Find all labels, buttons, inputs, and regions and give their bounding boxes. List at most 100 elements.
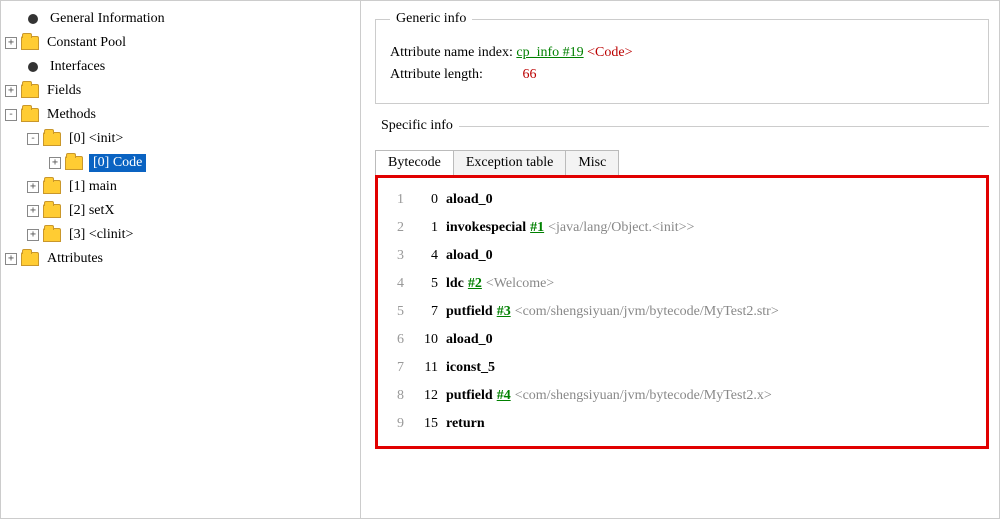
bytecode-line-number: 6 <box>384 326 404 354</box>
bytecode-cp-ref[interactable]: #4 <box>497 382 511 410</box>
attr-name-label: Attribute name index: <box>390 45 513 60</box>
bytecode-opcode: putfield <box>446 298 493 326</box>
tree-node-general-info[interactable]: General Information <box>5 7 356 31</box>
bullet-icon <box>28 14 38 24</box>
tree-label: Fields <box>45 82 83 100</box>
bytecode-offset: 5 <box>414 270 438 298</box>
bytecode-row[interactable]: 9 15 return <box>384 410 980 438</box>
bytecode-offset: 15 <box>414 410 438 438</box>
bytecode-cp-ref[interactable]: #1 <box>530 214 544 242</box>
bytecode-line-number: 1 <box>384 186 404 214</box>
bytecode-opcode: aload_0 <box>446 242 493 270</box>
expand-icon[interactable]: + <box>5 37 17 49</box>
tree-label: Constant Pool <box>45 34 128 52</box>
bytecode-comment: <java/lang/Object.<init>> <box>548 214 694 242</box>
collapse-icon[interactable]: - <box>27 133 39 145</box>
collapse-icon[interactable]: - <box>5 109 17 121</box>
tree-node-method-clinit[interactable]: + [3] <clinit> <box>5 223 356 247</box>
folder-icon <box>21 252 39 266</box>
bytecode-opcode: ldc <box>446 270 464 298</box>
bytecode-row[interactable]: 10aload_0 <box>384 186 980 214</box>
bytecode-row[interactable]: 711iconst_5 <box>384 354 980 382</box>
bytecode-line-number: 2 <box>384 214 404 242</box>
tab-bytecode[interactable]: Bytecode <box>375 150 454 175</box>
bytecode-offset: 4 <box>414 242 438 270</box>
generic-info-group: Generic info Attribute name index: cp_in… <box>375 11 989 104</box>
tree-node-constant-pool[interactable]: + Constant Pool <box>5 31 356 55</box>
tree-label: [3] <clinit> <box>67 226 135 244</box>
expand-icon[interactable]: + <box>27 229 39 241</box>
bytecode-row[interactable]: 34 aload_0 <box>384 242 980 270</box>
bytecode-offset: 11 <box>414 354 438 382</box>
bytecode-opcode: return <box>446 410 485 438</box>
tree-label: Interfaces <box>48 58 107 76</box>
bytecode-line-number: 9 <box>384 410 404 438</box>
folder-icon <box>43 132 61 146</box>
bytecode-row[interactable]: 45 ldc #2 <Welcome> <box>384 270 980 298</box>
tree-node-method-init[interactable]: - [0] <init> <box>5 127 356 151</box>
folder-icon <box>21 84 39 98</box>
folder-icon <box>43 204 61 218</box>
bytecode-row[interactable]: 610aload_0 <box>384 326 980 354</box>
bytecode-comment: <com/shengsiyuan/jvm/bytecode/MyTest2.x> <box>515 382 772 410</box>
tree-label: [0] <init> <box>67 130 125 148</box>
bytecode-comment: <com/shengsiyuan/jvm/bytecode/MyTest2.st… <box>515 298 779 326</box>
tree-node-method-main[interactable]: + [1] main <box>5 175 356 199</box>
bytecode-cp-ref[interactable]: #2 <box>468 270 482 298</box>
tree-node-method-setx[interactable]: + [2] setX <box>5 199 356 223</box>
tree-label: [1] main <box>67 178 119 196</box>
attr-name-link[interactable]: cp_info #19 <box>516 45 583 60</box>
expand-icon[interactable]: + <box>5 85 17 97</box>
bytecode-opcode: invokespecial <box>446 214 526 242</box>
expand-icon[interactable]: + <box>49 157 61 169</box>
detail-panel: Generic info Attribute name index: cp_in… <box>361 1 999 518</box>
bytecode-line-number: 4 <box>384 270 404 298</box>
specific-info-legend: Specific info <box>375 118 459 134</box>
bytecode-offset: 0 <box>414 186 438 214</box>
folder-icon <box>21 108 39 122</box>
folder-icon <box>65 156 83 170</box>
tree-node-fields[interactable]: + Fields <box>5 79 356 103</box>
tabs: Bytecode Exception table Misc <box>375 150 989 176</box>
bytecode-row[interactable]: 8 12 putfield #4 <com/shengsiyuan/jvm/byte… <box>384 382 980 410</box>
bytecode-offset: 1 <box>414 214 438 242</box>
bullet-icon <box>28 62 38 72</box>
tree-panel: General Information + Constant Pool Inte… <box>1 1 361 518</box>
tree-label: General Information <box>48 10 167 28</box>
attr-length-row: Attribute length: 66 <box>390 67 974 83</box>
tree-node-attributes[interactable]: + Attributes <box>5 247 356 271</box>
expand-icon[interactable]: + <box>27 181 39 193</box>
folder-icon <box>43 180 61 194</box>
bytecode-cp-ref[interactable]: #3 <box>497 298 511 326</box>
bytecode-row[interactable]: 21 invokespecial #1 <java/lang/Object.<in… <box>384 214 980 242</box>
attr-name-row: Attribute name index: cp_info #19 <Code> <box>390 45 974 61</box>
tree-label: Methods <box>45 106 98 124</box>
folder-icon <box>43 228 61 242</box>
folder-icon <box>21 36 39 50</box>
bytecode-opcode: iconst_5 <box>446 354 495 382</box>
expand-icon[interactable]: + <box>5 253 17 265</box>
tab-exception-table[interactable]: Exception table <box>453 150 566 175</box>
tree-label: [2] setX <box>67 202 117 220</box>
tree-node-methods[interactable]: - Methods <box>5 103 356 127</box>
expand-icon[interactable]: + <box>27 205 39 217</box>
bytecode-opcode: putfield <box>446 382 493 410</box>
bytecode-offset: 12 <box>414 382 438 410</box>
bytecode-line-number: 5 <box>384 298 404 326</box>
tab-misc[interactable]: Misc <box>565 150 619 175</box>
bytecode-row[interactable]: 57putfield #3 <com/shengsiyuan/jvm/bytec… <box>384 298 980 326</box>
attr-length-value: 66 <box>522 67 536 83</box>
bytecode-list: 10aload_021invokespecial #1 <java/lang/O… <box>375 175 989 449</box>
bytecode-comment: <Welcome> <box>486 270 554 298</box>
attr-name-tag: <Code> <box>587 45 632 60</box>
tree-label: Attributes <box>45 250 105 268</box>
bytecode-opcode: aload_0 <box>446 326 493 354</box>
bytecode-line-number: 8 <box>384 382 404 410</box>
specific-info-group: Specific info Bytecode Exception table M… <box>375 118 989 463</box>
generic-info-legend: Generic info <box>390 11 472 27</box>
bytecode-line-number: 3 <box>384 242 404 270</box>
tree-node-method-init-code[interactable]: + [0] Code <box>5 151 356 175</box>
tree-node-interfaces[interactable]: Interfaces <box>5 55 356 79</box>
tree-label-selected: [0] Code <box>89 154 146 172</box>
app-window: General Information + Constant Pool Inte… <box>0 0 1000 519</box>
